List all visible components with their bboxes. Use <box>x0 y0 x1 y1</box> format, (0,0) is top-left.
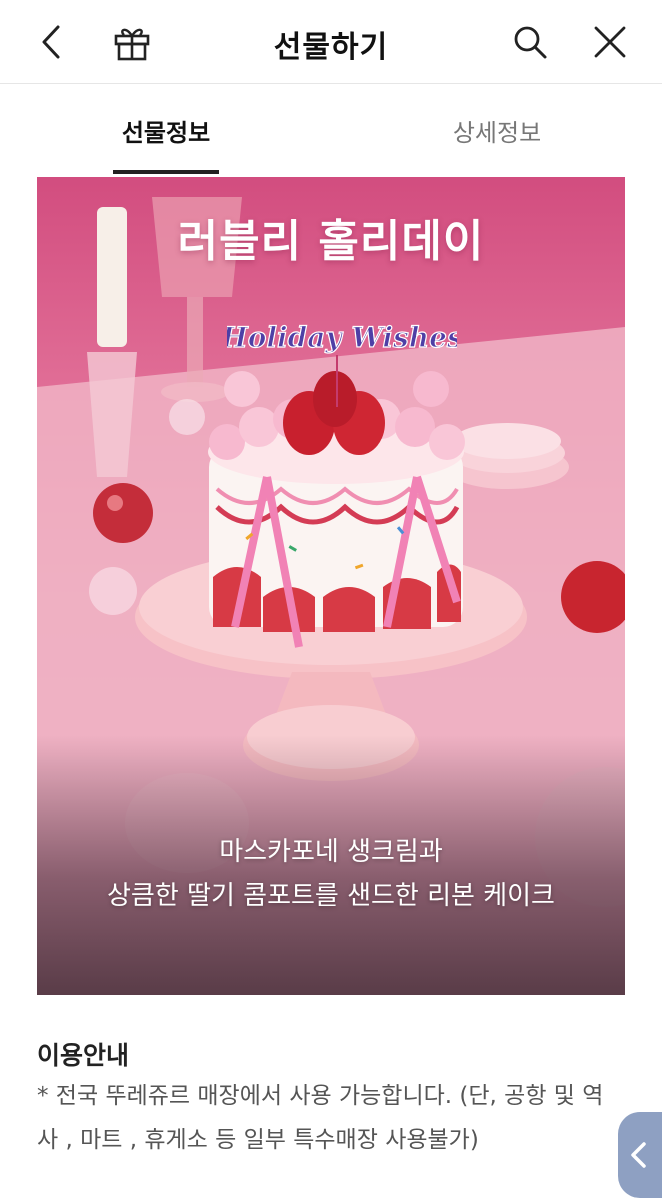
top-bar: 선물하기 <box>0 0 662 84</box>
product-banner-image: 러블리 홀리데이 Holiday Wishes 마스카포네 생크림과 상큼한 딸… <box>37 177 625 995</box>
search-button[interactable] <box>506 18 554 66</box>
search-icon <box>514 26 547 59</box>
usage-guide-title: 이용안내 <box>37 1041 130 1070</box>
side-panel-button[interactable] <box>618 1112 662 1198</box>
usage-guide-text: * 전국 뚜레쥬르 매장에서 사용 가능합니다. (단, 공항 및 역사 , 마… <box>37 1083 604 1153</box>
close-icon <box>594 26 626 58</box>
cake-topper: Holiday Wishes <box>227 320 457 354</box>
hero-description-line-2: 상큼한 딸기 콤포트를 샌드한 리본 케이크 <box>107 881 555 911</box>
tab-gift-info[interactable]: 선물정보 <box>113 84 219 176</box>
hero-description-line-1: 마스카포네 생크림과 <box>219 837 443 867</box>
close-button[interactable] <box>586 18 634 66</box>
hero-headline: 러블리 홀리데이 <box>177 216 485 267</box>
tab-bar: 선물정보 상세정보 <box>0 84 662 176</box>
page-title: 선물하기 <box>273 30 389 65</box>
tab-detail-info[interactable]: 상세정보 <box>442 84 552 176</box>
cake-topper-text: Holiday Wishes <box>227 321 457 354</box>
chevron-left-icon <box>631 1142 646 1168</box>
active-tab-indicator <box>113 170 219 174</box>
